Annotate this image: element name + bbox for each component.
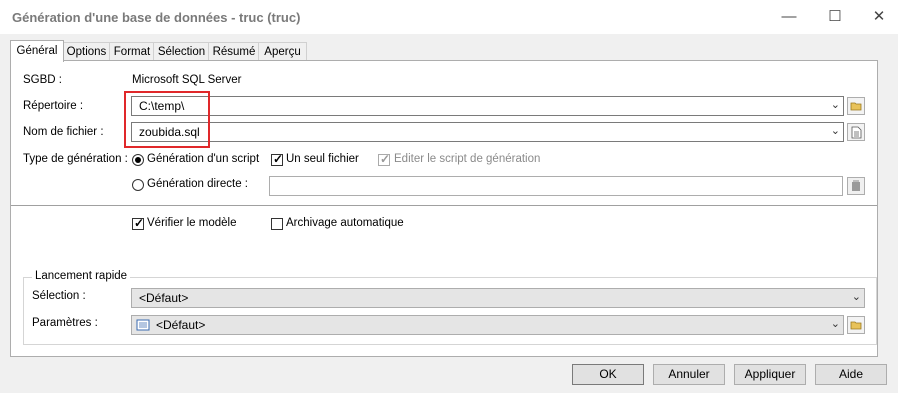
parametres-folder-button[interactable] [847, 316, 865, 334]
chevron-down-icon[interactable]: ⌄ [831, 124, 840, 137]
database-connect-button[interactable] [847, 177, 865, 195]
parametres-label: Paramètres : [32, 317, 98, 329]
editer-script-checkbox[interactable]: ✓ [378, 152, 391, 166]
editer-script-label: Editer le script de génération [394, 153, 541, 165]
parametres-value: <Défaut> [156, 318, 206, 332]
separator [11, 205, 877, 206]
tab-format[interactable]: Format [109, 42, 155, 61]
tab-general[interactable]: Général [10, 40, 64, 62]
selection-value: <Défaut> [139, 291, 189, 305]
lancement-rapide-label: Lancement rapide [32, 270, 131, 282]
tab-resume[interactable]: Résumé [208, 42, 260, 61]
parametres-combo[interactable]: <Défaut> ⌄ [131, 315, 844, 335]
title-bar: Génération d'une base de données - truc … [0, 0, 898, 34]
generation-directe-radio[interactable] [132, 179, 144, 191]
close-button[interactable]: ✕ [860, 0, 898, 34]
archivage-label: Archivage automatique [286, 217, 404, 229]
tab-options[interactable]: Options [62, 42, 111, 61]
tab-selection[interactable]: Sélection [153, 42, 210, 61]
general-panel: SGBD : Microsoft SQL Server Répertoire :… [10, 60, 878, 357]
browse-folder-button[interactable] [847, 97, 865, 115]
highlight-box [124, 91, 210, 148]
repertoire-combo[interactable]: C:\temp\ ⌄ [131, 96, 844, 116]
verifier-modele-checkbox[interactable]: ✓ [132, 216, 145, 230]
archivage-checkbox[interactable] [271, 218, 283, 230]
repertoire-label: Répertoire : [23, 100, 84, 112]
selection-combo[interactable]: <Défaut> ⌄ [131, 288, 865, 308]
un-seul-fichier-checkbox[interactable]: ✓ [271, 152, 284, 166]
un-seul-fichier-label: Un seul fichier [286, 153, 359, 165]
chevron-down-icon[interactable]: ⌄ [831, 98, 840, 111]
folder-icon [850, 102, 862, 111]
sgbd-value: Microsoft SQL Server [132, 74, 242, 86]
type-generation-label: Type de génération : [23, 153, 128, 165]
ok-button[interactable]: OK [572, 364, 644, 385]
nom-fichier-label: Nom de fichier : [23, 126, 104, 138]
folder-icon [850, 321, 862, 330]
verifier-modele-label: Vérifier le modèle [147, 217, 237, 229]
chevron-down-icon[interactable]: ⌄ [831, 317, 840, 330]
check-icon: ✓ [273, 152, 284, 166]
database-icon [852, 180, 860, 191]
appliquer-button[interactable]: Appliquer [734, 364, 806, 385]
radio-dot [135, 157, 141, 163]
sgbd-label: SGBD : [23, 74, 62, 86]
window-title: Génération d'une base de données - truc … [12, 10, 301, 25]
selection-label: Sélection : [32, 290, 86, 302]
generation-script-label: Génération d'un script [147, 153, 260, 165]
file-icon [851, 126, 862, 139]
check-icon: ✓ [134, 216, 145, 230]
annuler-button[interactable]: Annuler [653, 364, 725, 385]
tab-apercu[interactable]: Aperçu [258, 42, 307, 61]
aide-button[interactable]: Aide [815, 364, 887, 385]
check-icon: ✓ [380, 152, 391, 166]
minimize-button[interactable]: — [770, 0, 808, 34]
generation-directe-label: Génération directe : [147, 178, 249, 190]
parameters-list-icon [136, 319, 150, 331]
dialog-window: Génération d'une base de données - truc … [0, 0, 898, 393]
file-button[interactable] [847, 123, 865, 141]
nom-fichier-combo[interactable]: zoubida.sql ⌄ [131, 122, 844, 142]
chevron-down-icon[interactable]: ⌄ [852, 290, 861, 303]
generation-script-radio[interactable] [132, 154, 144, 166]
maximize-button[interactable]: ☐ [816, 0, 854, 34]
generation-directe-field[interactable] [269, 176, 843, 196]
